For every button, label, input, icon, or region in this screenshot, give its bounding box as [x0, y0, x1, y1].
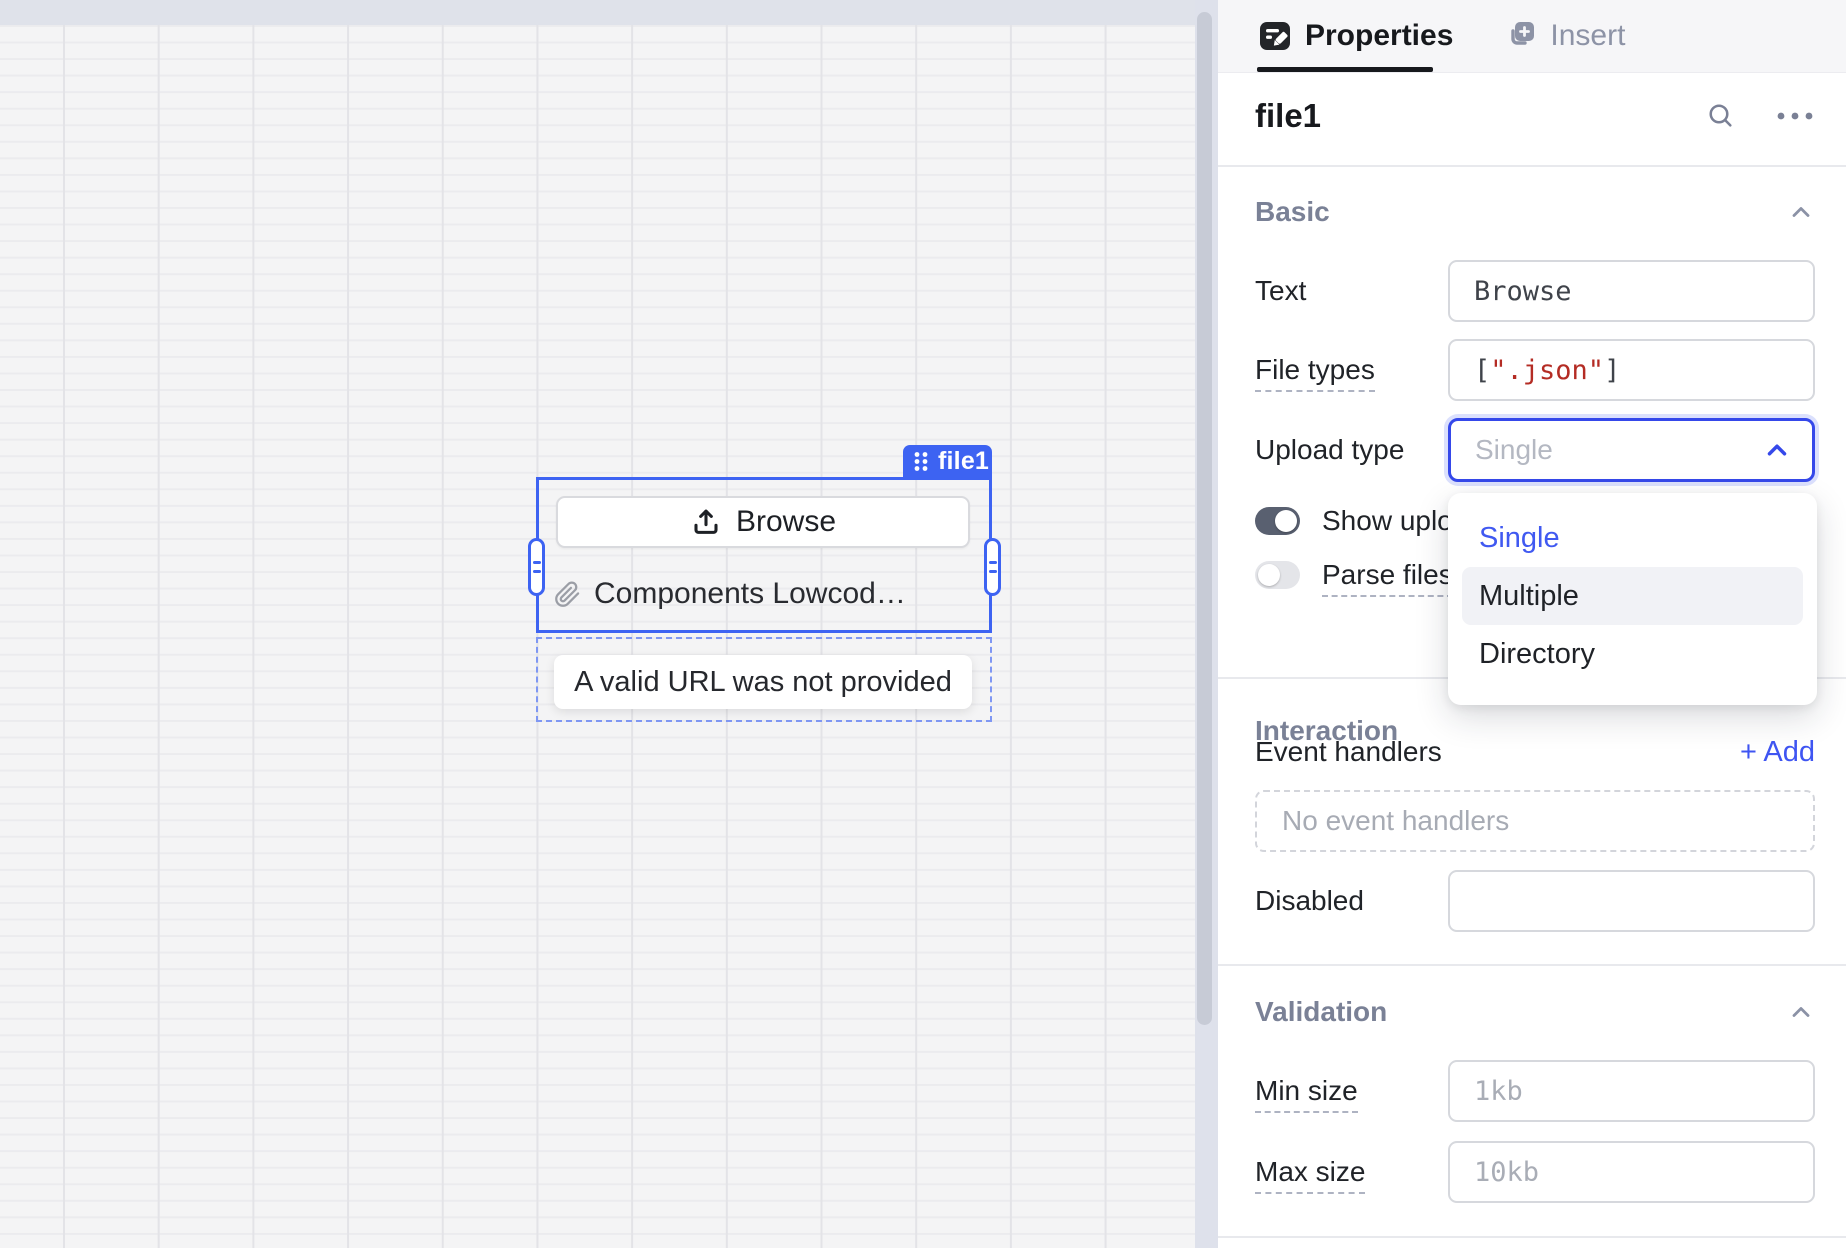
panel-pencil-icon	[1258, 19, 1292, 53]
uploaded-file-row[interactable]: Components Lowcod…	[554, 577, 906, 611]
more-dots-icon[interactable]	[1775, 110, 1815, 122]
row-file-types: File types [".json"]	[1255, 339, 1815, 401]
canvas-top-margin	[0, 0, 1195, 25]
uploaded-file-name: Components Lowcod…	[594, 577, 906, 611]
min-size-label: Min size	[1255, 1075, 1448, 1107]
chevron-up-icon[interactable]	[1787, 198, 1815, 226]
upload-type-select[interactable]: Single	[1448, 418, 1815, 482]
editor-canvas[interactable]: file1 Browse Components Lowcod… A val	[0, 0, 1195, 1248]
upload-icon	[690, 506, 722, 538]
show-upload-label: Show uploa	[1322, 505, 1468, 537]
disabled-label: Disabled	[1255, 885, 1448, 917]
dropdown-option-directory[interactable]: Directory	[1462, 625, 1803, 683]
row-max-size: Max size	[1255, 1141, 1815, 1203]
row-event-handlers: Event handlers + Add	[1255, 733, 1815, 771]
show-upload-toggle[interactable]	[1255, 507, 1300, 535]
upload-type-value: Single	[1475, 434, 1762, 466]
tab-insert[interactable]: Insert	[1503, 19, 1625, 53]
tab-insert-label: Insert	[1550, 19, 1625, 53]
upload-type-label: Upload type	[1255, 434, 1448, 466]
event-handlers-empty: No event handlers	[1255, 790, 1815, 852]
search-icon[interactable]	[1705, 100, 1737, 132]
widget-resize-preview: A valid URL was not provided	[536, 637, 992, 722]
header-divider	[1218, 165, 1846, 167]
parse-files-label: Parse files	[1322, 559, 1453, 591]
properties-panel: Properties Insert file1	[1218, 0, 1846, 1248]
component-title: file1	[1255, 97, 1705, 135]
browse-button[interactable]: Browse	[556, 496, 970, 548]
event-handlers-label: Event handlers	[1255, 736, 1740, 768]
section-divider	[1218, 964, 1846, 966]
text-input[interactable]	[1448, 260, 1815, 322]
canvas-scrollbar-thumb[interactable]	[1197, 12, 1212, 1025]
file-upload-widget[interactable]: Browse Components Lowcod…	[536, 477, 992, 633]
drag-dots-icon	[913, 450, 929, 473]
text-label: Text	[1255, 275, 1448, 307]
paperclip-icon	[554, 581, 581, 608]
parse-files-toggle[interactable]	[1255, 561, 1300, 589]
max-size-input[interactable]	[1448, 1141, 1815, 1203]
browse-button-label: Browse	[736, 505, 836, 539]
row-upload-type: Upload type Single	[1255, 419, 1815, 481]
section-validation-header: Validation	[1255, 994, 1815, 1030]
min-size-input[interactable]	[1448, 1060, 1815, 1122]
panel-header: file1	[1255, 93, 1815, 139]
section-validation-title: Validation	[1255, 996, 1787, 1028]
add-event-handler-link[interactable]: + Add	[1740, 736, 1815, 769]
panel-tabbar: Properties Insert	[1218, 0, 1846, 73]
tab-properties-label: Properties	[1305, 19, 1453, 53]
section-basic-header: Basic	[1255, 194, 1815, 230]
file-types-label: File types	[1255, 354, 1448, 386]
panel-bottom-divider	[1218, 1236, 1846, 1238]
resize-handle-right[interactable]	[984, 538, 1001, 596]
upload-type-dropdown: Single Multiple Directory	[1448, 493, 1817, 705]
widget-tag-label: file1	[938, 447, 989, 476]
validation-error-tooltip: A valid URL was not provided	[554, 655, 972, 709]
active-tab-underline	[1257, 67, 1433, 72]
chevron-up-icon	[1762, 435, 1792, 465]
disabled-input[interactable]	[1448, 870, 1815, 932]
add-component-icon	[1503, 19, 1537, 53]
tab-properties[interactable]: Properties	[1258, 19, 1453, 53]
dropdown-option-single[interactable]: Single	[1462, 509, 1803, 567]
row-text: Text	[1255, 260, 1815, 322]
max-size-label: Max size	[1255, 1156, 1448, 1188]
section-basic-title: Basic	[1255, 196, 1787, 228]
dropdown-option-multiple[interactable]: Multiple	[1462, 567, 1803, 625]
row-disabled: Disabled	[1255, 870, 1815, 932]
app-screen: file1 Browse Components Lowcod… A val	[0, 0, 1846, 1248]
canvas-scrollbar[interactable]	[1195, 0, 1218, 1248]
row-min-size: Min size	[1255, 1060, 1815, 1122]
chevron-up-icon[interactable]	[1787, 998, 1815, 1026]
file-types-input[interactable]: [".json"]	[1448, 339, 1815, 401]
resize-handle-left[interactable]	[528, 538, 545, 596]
widget-name-tag[interactable]: file1	[903, 445, 992, 478]
